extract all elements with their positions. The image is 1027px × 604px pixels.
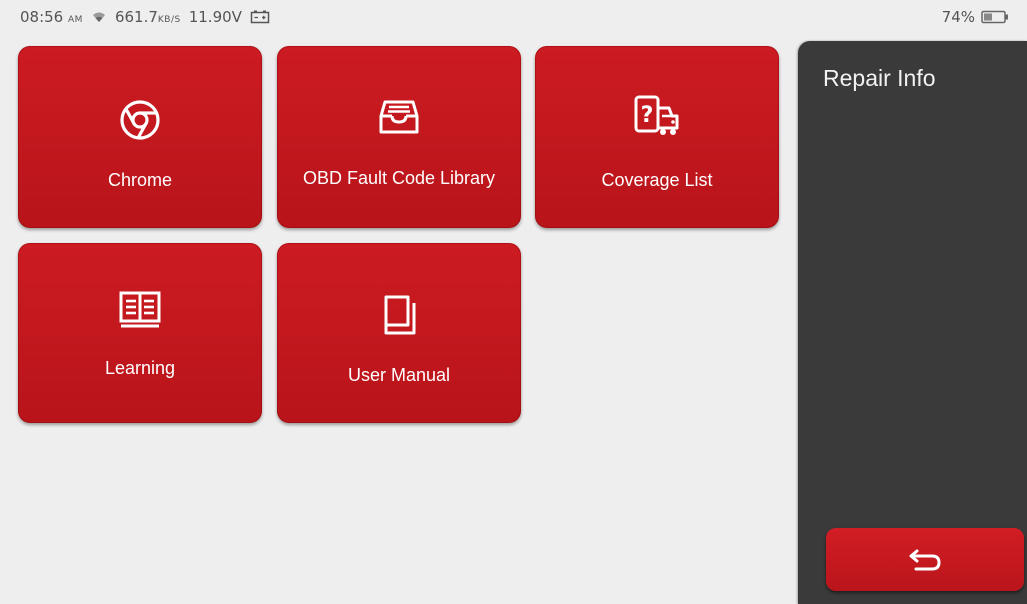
- status-left: 08:56 AM 661.7KB/S 11.90V: [20, 8, 270, 26]
- tile-label: Coverage List: [601, 170, 713, 190]
- tile-label: User Manual: [347, 365, 451, 385]
- side-panel: Repair Info: [798, 41, 1027, 604]
- manual-book-icon: [384, 295, 416, 335]
- status-time-value: 08:56: [20, 8, 64, 26]
- battery-icon: [981, 10, 1008, 24]
- battery-percent: 74%: [941, 8, 975, 26]
- car-battery-icon: [250, 10, 270, 24]
- chrome-icon: [120, 100, 160, 140]
- screen: 08:56 AM 661.7KB/S 11.90V 74% Chrome OBD…: [0, 0, 1027, 604]
- svg-text:?: ?: [641, 103, 654, 128]
- status-voltage: 11.90V: [188, 8, 242, 26]
- open-book-icon: [119, 291, 161, 328]
- tile-label: Chrome: [107, 170, 173, 190]
- status-time: 08:56 AM: [20, 8, 83, 26]
- tile-label: Learning: [104, 358, 176, 378]
- tile-chrome[interactable]: Chrome: [18, 46, 262, 228]
- status-speed-unit: KB/S: [157, 15, 181, 25]
- status-speed-value: 661.7: [114, 8, 158, 26]
- panel-title: Repair Info: [823, 65, 936, 91]
- tile-coverage-list[interactable]: ? Coverage List: [535, 46, 779, 228]
- tile-label: OBD Fault Code Library: [302, 168, 496, 188]
- status-right: 74%: [942, 8, 1009, 26]
- status-bar: 08:56 AM 661.7KB/S 11.90V 74%: [0, 0, 1027, 36]
- car-question-icon: ?: [634, 95, 679, 135]
- tile-user-manual[interactable]: User Manual: [277, 243, 521, 423]
- back-arrow-icon: [909, 549, 941, 570]
- status-speed: 661.7KB/S: [115, 8, 181, 26]
- tile-learning[interactable]: Learning: [18, 243, 262, 423]
- back-button[interactable]: [826, 528, 1024, 591]
- inbox-tray-icon: [379, 100, 419, 134]
- tile-obd-fault-code-library[interactable]: OBD Fault Code Library: [277, 46, 521, 228]
- status-time-suffix: AM: [68, 15, 83, 25]
- wifi-icon: [92, 12, 105, 22]
